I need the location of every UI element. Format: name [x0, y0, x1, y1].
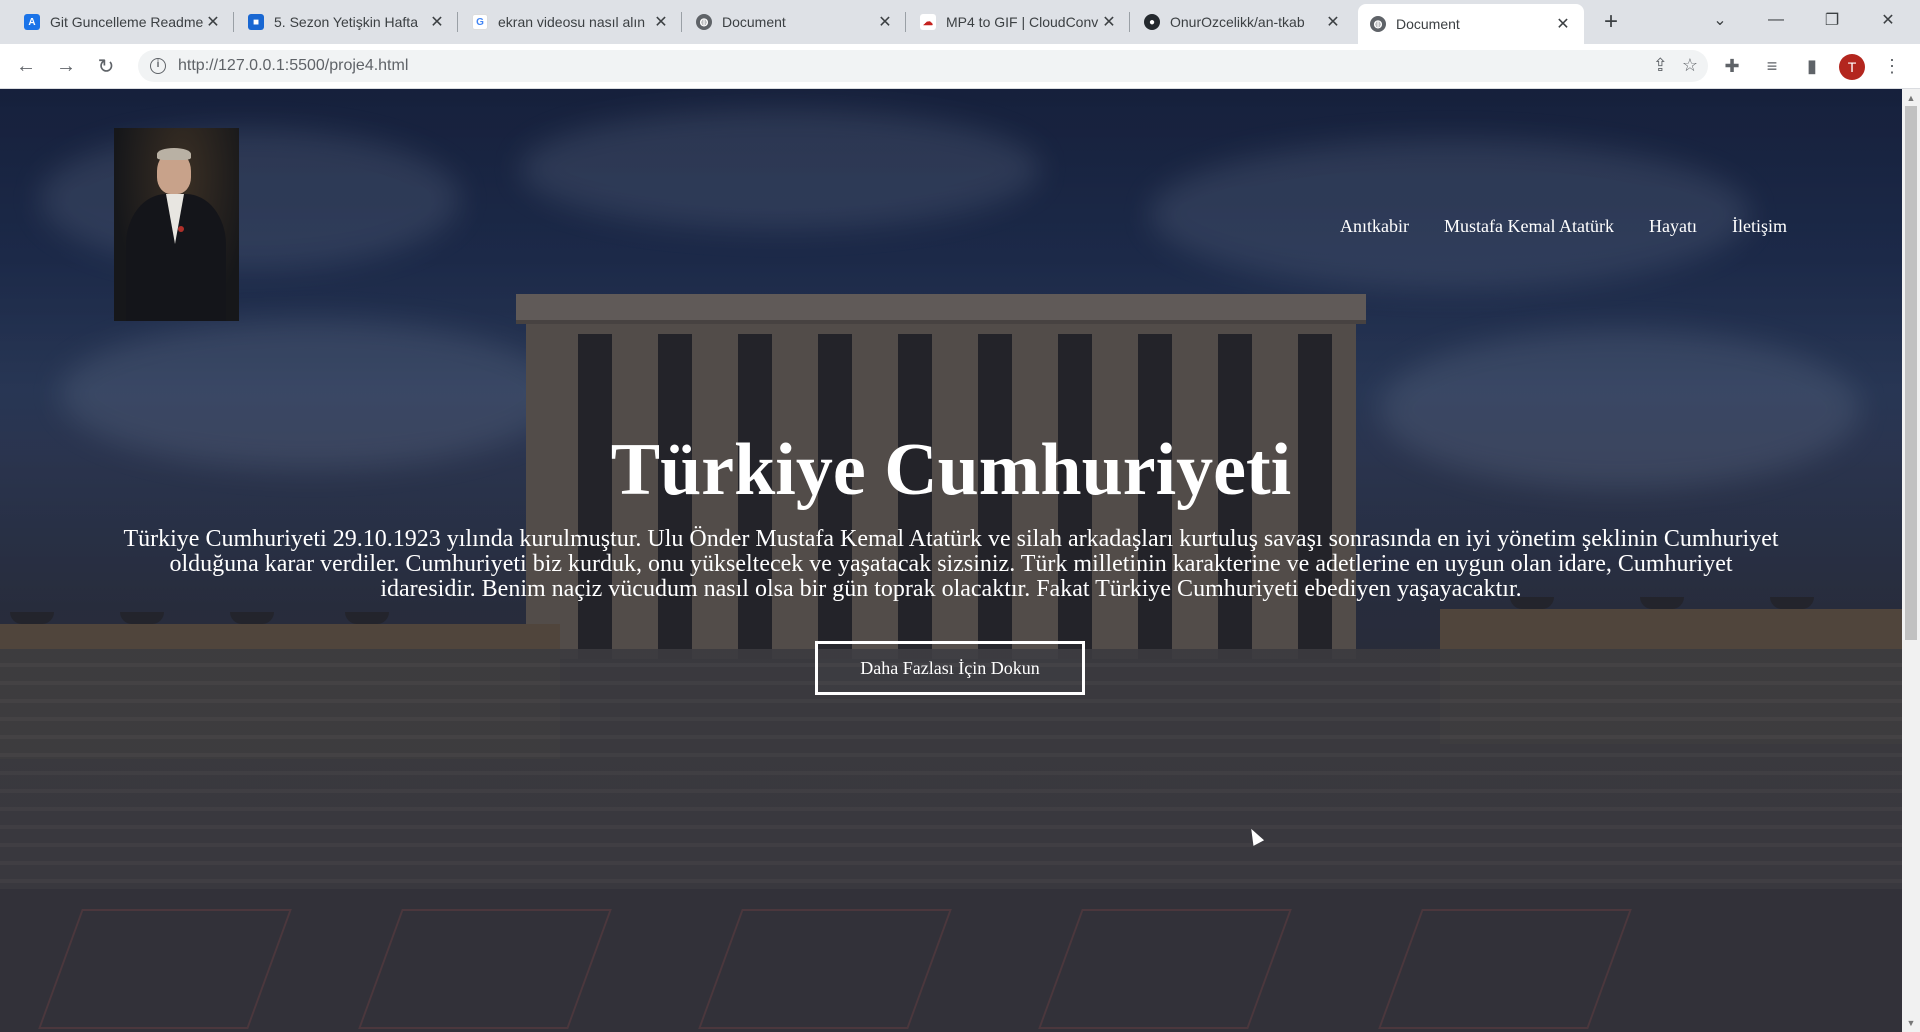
bookmark-star-icon[interactable]: ☆: [1682, 55, 1698, 76]
tab-title: OnurOzcelikk/an-tkab: [1170, 14, 1305, 30]
tab-ekran-videosu[interactable]: G ekran videosu nasıl alın ✕: [460, 4, 682, 40]
tab-github-repo[interactable]: ● OnurOzcelikk/an-tkab ✕: [1132, 4, 1354, 40]
minimize-icon[interactable]: —: [1748, 0, 1804, 40]
tab-title: ekran videosu nasıl alın: [498, 14, 646, 30]
tab-git-guncelleme[interactable]: A Git Guncelleme Readme ✕: [12, 4, 234, 40]
scroll-down-icon[interactable]: ▼: [1906, 1018, 1916, 1028]
close-icon[interactable]: ✕: [1324, 13, 1342, 31]
classroom-icon: ■: [248, 14, 264, 30]
tab-search-icon[interactable]: ⌄: [1692, 0, 1748, 40]
hero-description: Türkiye Cumhuriyeti 29.10.1923 yılında k…: [123, 526, 1779, 602]
nav-link-ataturk[interactable]: Mustafa Kemal Atatürk: [1444, 216, 1614, 237]
portrait-pin: [178, 226, 184, 232]
tab-strip: A Git Guncelleme Readme ✕ ■ 5. Sezon Yet…: [0, 0, 1920, 44]
main-nav: Anıtkabir Mustafa Kemal Atatürk Hayatı İ…: [1340, 216, 1787, 237]
scroll-up-icon[interactable]: ▲: [1906, 93, 1916, 103]
media-queue-icon[interactable]: ≡: [1758, 52, 1786, 80]
address-bar[interactable]: i http://127.0.0.1:5500/proje4.html ⇪ ☆: [138, 50, 1708, 82]
close-icon[interactable]: ✕: [1554, 15, 1572, 33]
hero-title: Türkiye Cumhuriyeti: [610, 429, 1292, 511]
forward-icon[interactable]: →: [52, 52, 80, 80]
restore-icon[interactable]: ❐: [1804, 0, 1860, 40]
tab-sezon-yetiskin[interactable]: ■ 5. Sezon Yetişkin Hafta ✕: [236, 4, 458, 40]
tab-title: 5. Sezon Yetişkin Hafta: [274, 14, 418, 30]
close-icon[interactable]: ✕: [1100, 13, 1118, 31]
portrait-hair: [157, 148, 191, 160]
tab-title: Document: [1396, 16, 1460, 32]
new-tab-button[interactable]: +: [1597, 8, 1625, 36]
extensions-icon[interactable]: ✚: [1718, 52, 1746, 80]
globe-icon: ◍: [1370, 16, 1386, 32]
back-icon[interactable]: ←: [12, 52, 40, 80]
globe-icon: ◍: [696, 14, 712, 30]
url-text[interactable]: http://127.0.0.1:5500/proje4.html: [178, 57, 408, 75]
window-close-icon[interactable]: ✕: [1860, 0, 1916, 40]
cloud-icon: ☁: [920, 14, 936, 30]
tab-mp4-to-gif[interactable]: ☁ MP4 to GIF | CloudConv ✕: [908, 4, 1130, 40]
nav-link-hayati[interactable]: Hayatı: [1649, 216, 1697, 237]
address-toolbar: ← → ↻ i http://127.0.0.1:5500/proje4.htm…: [0, 44, 1920, 89]
side-panel-icon[interactable]: ▮: [1798, 52, 1826, 80]
tab-document-1[interactable]: ◍ Document ✕: [684, 4, 906, 40]
ataturk-portrait-logo[interactable]: [114, 128, 239, 321]
github-icon: ●: [1144, 14, 1160, 30]
menu-kebab-icon[interactable]: ⋮: [1878, 52, 1906, 80]
profile-avatar[interactable]: T: [1839, 54, 1865, 80]
nav-link-iletisim[interactable]: İletişim: [1732, 216, 1787, 237]
tab-separator: [681, 12, 682, 32]
reload-icon[interactable]: ↻: [92, 52, 120, 80]
page-scrollbar[interactable]: ▲ ▼: [1902, 89, 1920, 1032]
tab-title: Git Guncelleme Readme: [50, 14, 204, 30]
tab-separator: [1129, 12, 1130, 32]
tab-title: MP4 to GIF | CloudConv: [946, 14, 1099, 30]
close-icon[interactable]: ✕: [204, 13, 222, 31]
more-info-button[interactable]: Daha Fazlası İçin Dokun: [815, 641, 1085, 695]
page-viewport: Anıtkabir Mustafa Kemal Atatürk Hayatı İ…: [0, 89, 1902, 1032]
scrollbar-thumb[interactable]: [1905, 106, 1917, 640]
site-info-icon[interactable]: i: [150, 58, 166, 74]
tab-title: Document: [722, 14, 786, 30]
close-icon[interactable]: ✕: [428, 13, 446, 31]
tab-document-active[interactable]: ◍ Document ✕: [1358, 4, 1584, 44]
nav-link-anitkabir[interactable]: Anıtkabir: [1340, 216, 1409, 237]
tab-separator: [233, 12, 234, 32]
omnibox-actions: ⇪ ☆: [1653, 55, 1698, 76]
close-icon[interactable]: ✕: [876, 13, 894, 31]
close-icon[interactable]: ✕: [652, 13, 670, 31]
tab-separator: [905, 12, 906, 32]
google-icon: G: [472, 14, 488, 30]
azure-devops-icon: A: [24, 14, 40, 30]
share-icon[interactable]: ⇪: [1653, 55, 1668, 76]
tab-separator: [457, 12, 458, 32]
